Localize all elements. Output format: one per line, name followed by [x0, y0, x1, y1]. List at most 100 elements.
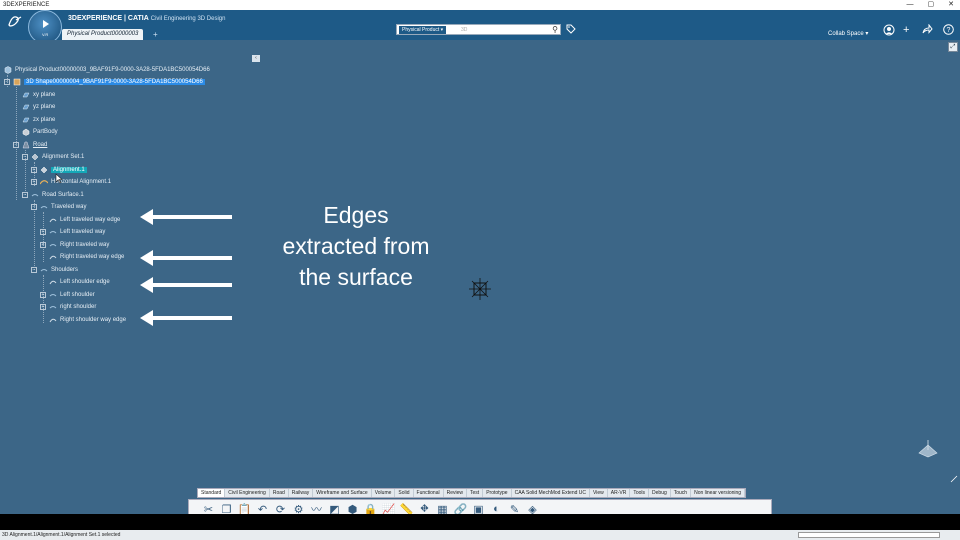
collab-space-dropdown[interactable]: Collab Space ▾: [828, 30, 868, 37]
tree-node-xy-plane[interactable]: xy plane: [22, 90, 55, 100]
toolbar-tab-non-linear-versioning[interactable]: Non linear versioning: [691, 489, 746, 497]
toolbar-tab-view[interactable]: View: [590, 489, 608, 497]
tree-node-partbody[interactable]: PartBody: [22, 127, 58, 137]
tree-node-right-traveled-way-edge[interactable]: Right traveled way edge: [49, 252, 124, 262]
expand-toggle[interactable]: +: [40, 304, 46, 310]
expand-toggle[interactable]: +: [40, 229, 46, 235]
help-icon[interactable]: ?: [943, 24, 954, 38]
expand-toggle[interactable]: −: [13, 142, 19, 148]
add-tab-button[interactable]: +: [153, 29, 158, 40]
edge-icon: [49, 216, 57, 224]
ruler-icon[interactable]: 📏: [399, 502, 414, 515]
product-icon: [4, 66, 12, 74]
graph-icon[interactable]: 📈: [381, 502, 396, 515]
toolbar-tab-wireframe-and-surface[interactable]: Wireframe and Surface: [313, 489, 372, 497]
tree-label-selected: 3D Shape00000004_9BAF91F9-0000-3A28-5FDA…: [24, 79, 205, 85]
toolbar-tab-civil-engineering[interactable]: Civil Engineering: [225, 489, 270, 497]
toolbar-tab-debug[interactable]: Debug: [649, 489, 671, 497]
tree-node-right-shoulder[interactable]: right shoulder: [49, 302, 96, 312]
curve-icon[interactable]: 〰: [309, 502, 324, 514]
expand-toggle[interactable]: −: [4, 79, 10, 85]
app-name: Civil Engineering 3D Design: [150, 16, 226, 22]
close-button[interactable]: ✕: [948, 0, 954, 10]
toolbar-tab-standard[interactable]: Standard: [198, 489, 226, 497]
tree-node-road[interactable]: Road: [22, 140, 47, 150]
tree-node-left-shoulder-edge[interactable]: Left shoulder edge: [49, 277, 110, 287]
toolbar-tab-review[interactable]: Review: [444, 489, 468, 497]
tree-node-alignment-set[interactable]: Alignment Set.1: [31, 152, 84, 162]
expand-toggle[interactable]: +: [31, 167, 37, 173]
tree-node-zx-plane[interactable]: zx plane: [22, 115, 55, 125]
tree-node-shoulders[interactable]: Shoulders: [40, 265, 78, 275]
tab-physical-product[interactable]: Physical Product00000003: [62, 29, 144, 40]
3d-compass-icon[interactable]: [917, 440, 939, 458]
volume-icon[interactable]: ⬢: [345, 502, 360, 515]
redo-icon[interactable]: ⟳: [273, 502, 288, 515]
toolbar-tab-prototype[interactable]: Prototype: [483, 489, 512, 497]
expand-toggle[interactable]: +: [40, 292, 46, 298]
toolbar-tab-test[interactable]: Test: [467, 489, 484, 497]
resize-handle-icon[interactable]: [950, 475, 958, 483]
share-icon[interactable]: [922, 23, 933, 37]
toolbar-tab-tools[interactable]: Tools: [630, 489, 650, 497]
cut-icon[interactable]: ✂: [201, 502, 216, 515]
ds-logo-icon[interactable]: [6, 12, 24, 30]
lock-icon[interactable]: 🔒: [363, 502, 378, 515]
expand-toggle[interactable]: −: [22, 154, 28, 160]
tree-collapse-button[interactable]: ‹: [252, 55, 260, 62]
add-icon[interactable]: +: [903, 24, 909, 36]
copy-icon[interactable]: ❐: [219, 502, 234, 515]
viewport[interactable]: ‹ ⤢ Physical Product00000003_9BAF91F9-00…: [0, 40, 960, 514]
undo-icon[interactable]: ↶: [255, 502, 270, 515]
alignment-icon: [40, 166, 48, 174]
fullscreen-button[interactable]: ⤢: [948, 42, 958, 52]
minimize-button[interactable]: —: [907, 0, 914, 10]
tree-node-road-surface[interactable]: Road Surface.1: [31, 190, 84, 200]
paste-icon[interactable]: 📋: [237, 502, 252, 515]
road-icon[interactable]: ⛖: [417, 502, 432, 515]
toolbar-tab-ar-vr[interactable]: AR-VR: [608, 489, 631, 497]
toolbar-tab-railway[interactable]: Railway: [289, 489, 314, 497]
expand-toggle[interactable]: −: [22, 192, 28, 198]
status-input[interactable]: [798, 532, 940, 538]
link-icon[interactable]: 🔗: [453, 502, 468, 515]
search-input[interactable]: 3D: [461, 26, 467, 34]
surface-icon[interactable]: ◩: [327, 502, 342, 515]
tree-node-horizontal-alignment[interactable]: Horizontal Alignment.1: [39, 177, 111, 187]
expand-toggle[interactable]: −: [31, 267, 37, 273]
maximize-button[interactable]: ▢: [928, 0, 935, 10]
partbody-icon: [22, 128, 30, 136]
expand-toggle[interactable]: −: [31, 204, 37, 210]
tree-node-right-shoulder-way-edge[interactable]: Right shoulder way edge: [49, 315, 126, 325]
toolbar-tab-road[interactable]: Road: [270, 489, 289, 497]
tree-node-left-traveled-way-edge[interactable]: Left traveled way edge: [49, 215, 120, 225]
expand-toggle[interactable]: +: [31, 179, 37, 185]
sweep-icon[interactable]: ◐: [489, 502, 504, 514]
update-icon[interactable]: ⚙: [291, 502, 306, 515]
robot-manipulator-icon[interactable]: [468, 277, 492, 301]
tree-node-traveled-way[interactable]: Traveled way: [40, 202, 86, 212]
edit-icon[interactable]: ✎: [507, 502, 522, 515]
grid-icon[interactable]: ▦: [435, 502, 450, 515]
toolbar-tab-functional[interactable]: Functional: [414, 489, 444, 497]
tag-icon[interactable]: [566, 24, 576, 36]
search-scope-dropdown[interactable]: Physical Product ▾: [399, 26, 447, 34]
toolbar-tab-touch[interactable]: Touch: [671, 489, 692, 497]
tree-node-left-traveled-way[interactable]: Left traveled way: [49, 227, 105, 237]
compass-icon[interactable]: V.R: [28, 10, 62, 44]
search-icon[interactable]: ⚲: [552, 25, 558, 34]
tree-node-3d-shape[interactable]: 3D Shape00000004_9BAF91F9-0000-3A28-5FDA…: [13, 77, 205, 87]
plane-icon: [22, 103, 30, 111]
tree-node-yz-plane[interactable]: yz plane: [22, 102, 55, 112]
tree-node-physical-product[interactable]: Physical Product00000003_9BAF91F9-0000-3…: [4, 65, 210, 75]
toolbar-tab-volume[interactable]: Volume: [372, 489, 396, 497]
expand-toggle[interactable]: +: [40, 242, 46, 248]
analyze-icon[interactable]: ◈: [525, 502, 540, 515]
toolbar-tab-solid[interactable]: Solid: [395, 489, 414, 497]
user-avatar-icon[interactable]: [883, 24, 895, 39]
tree-node-left-shoulder[interactable]: Left shoulder: [49, 290, 95, 300]
box-icon[interactable]: ▣: [471, 502, 486, 515]
tree-node-right-traveled-way[interactable]: Right traveled way: [49, 240, 109, 250]
toolbar-tab-caa-solid-mechmod-extend-uc[interactable]: CAA Solid MechMod Extend UC: [512, 489, 591, 497]
search-bar[interactable]: Physical Product ▾ 3D ⚲: [396, 24, 561, 35]
